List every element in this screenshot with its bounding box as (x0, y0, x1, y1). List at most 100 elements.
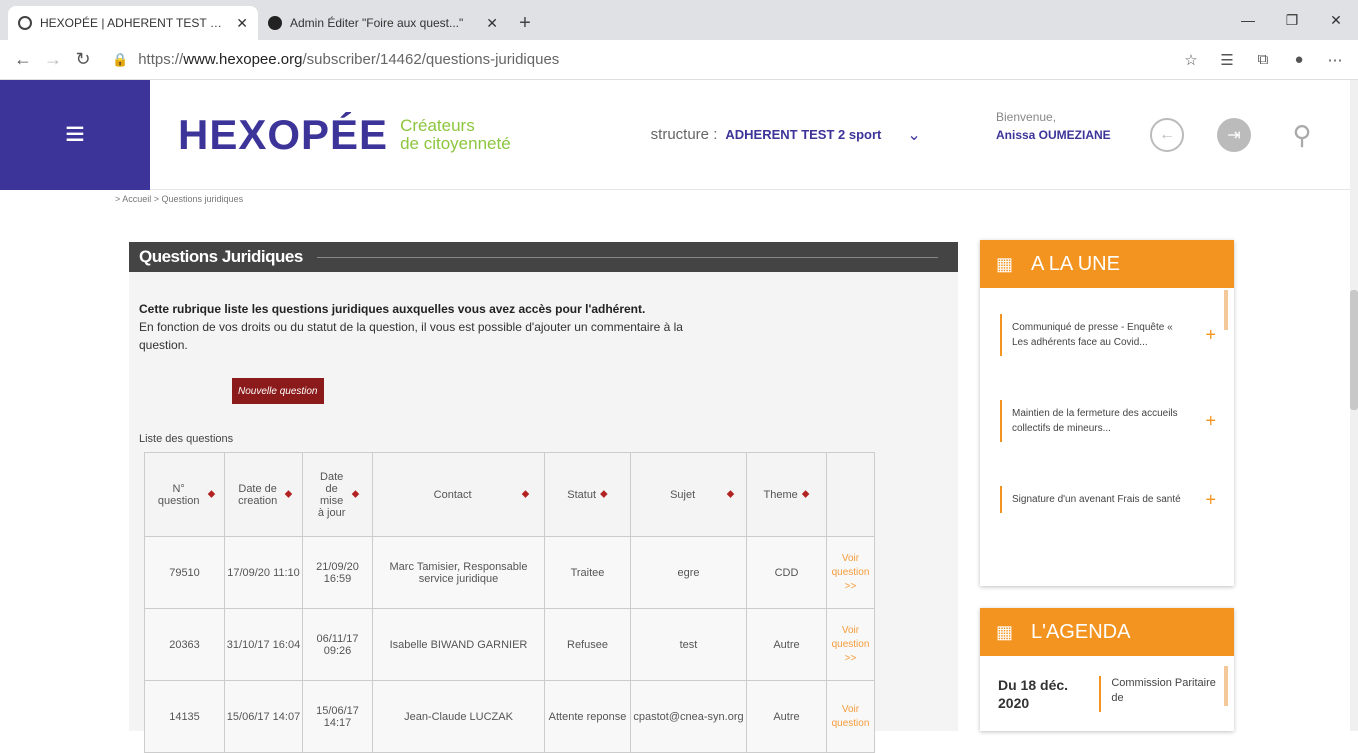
agenda-item[interactable]: Du 18 déc. 2020 Commission Paritaire de (980, 656, 1234, 712)
news-box: ▦ A LA UNE Communiqué de presse - Enquêt… (980, 240, 1234, 586)
cell-number: 79510 (144, 536, 225, 609)
list-label: Liste des questions (139, 433, 234, 445)
sort-icon[interactable]: ⬥ (285, 488, 293, 501)
logo-tagline: Créateurs de citoyenneté (400, 115, 511, 153)
url-field[interactable]: 🔒 https://www.hexopee.org/subscriber/144… (98, 51, 1176, 68)
table-header-row: N° question ⬥ Date de creation ⬥ Date de m… (144, 452, 875, 537)
close-window-icon[interactable]: ✕ (1314, 0, 1358, 40)
tab-title: HEXOPÉE | ADHERENT TEST 2 sp (40, 16, 229, 30)
col-status[interactable]: Statut ⬥ (544, 452, 631, 537)
questions-table: N° question ⬥ Date de creation ⬥ Date de m… (144, 452, 875, 753)
col-contact[interactable]: Contact ⬥ (372, 452, 545, 537)
favorites-icon[interactable]: ☰ (1212, 51, 1242, 69)
view-question-link[interactable]: Voir question (826, 680, 875, 753)
forward-arrow-icon[interactable]: → (38, 49, 68, 70)
news-item-text: Communiqué de presse - Enquête « Les adh… (1012, 322, 1173, 348)
news-item-text: Maintien de la fermeture des accueils co… (1012, 408, 1178, 434)
breadcrumb[interactable]: > Accueil > Questions juridiques (115, 194, 243, 204)
agenda-header: ▦ L'AGENDA (980, 608, 1234, 656)
new-question-button[interactable]: Nouvelle question (232, 378, 324, 404)
minimize-icon[interactable]: — (1226, 0, 1270, 40)
page-scrollbar[interactable] (1350, 80, 1358, 731)
cell-theme: CDD (746, 536, 827, 609)
view-question-link[interactable]: Voir question >> (826, 536, 875, 609)
sort-icon[interactable]: ⬥ (208, 488, 216, 501)
questions-panel: Questions Juridiques Cette rubrique list… (129, 242, 958, 753)
plus-icon[interactable]: + (1205, 326, 1216, 344)
structure-label: structure : (650, 126, 718, 143)
calendar-icon: ▦ (996, 621, 1014, 642)
table-row: 14135 15/06/17 14:07 15/06/17 14:17 Jean… (144, 680, 875, 753)
sort-icon[interactable]: ⬥ (727, 488, 735, 501)
window-controls: — ❐ ✕ (1226, 0, 1358, 40)
browser-tab-admin[interactable]: Admin Éditer "Foire aux quest..." ✕ (258, 6, 508, 40)
more-icon[interactable]: ⋯ (1320, 51, 1350, 69)
close-icon[interactable]: ✕ (486, 15, 498, 32)
back-arrow-icon[interactable]: ← (8, 49, 38, 70)
intro-body: En fonction de vos droits ou du statut d… (139, 320, 683, 352)
lock-icon: 🔒 (112, 51, 129, 67)
structure-value: ADHERENT TEST 2 sport (725, 127, 882, 142)
cell-subject: cpastot@cnea-syn.org (630, 680, 747, 753)
profile-icon[interactable]: ● (1284, 51, 1314, 69)
new-tab-button[interactable]: + (508, 6, 542, 40)
col-created[interactable]: Date de creation ⬥ (224, 452, 303, 537)
plus-icon[interactable]: + (1205, 412, 1216, 430)
cell-updated: 21/09/20 16:59 (302, 536, 373, 609)
agenda-title: L'AGENDA (1031, 620, 1131, 643)
cell-subject: egre (630, 536, 747, 609)
sort-icon[interactable]: ⬥ (522, 488, 530, 501)
cell-number: 20363 (144, 608, 225, 681)
intro-bold: Cette rubrique liste les questions jurid… (139, 302, 646, 316)
cell-created: 31/10/17 16:04 (224, 608, 303, 681)
collections-icon[interactable]: ⧉ (1248, 51, 1278, 69)
close-icon[interactable]: ✕ (236, 15, 248, 32)
col-theme[interactable]: Theme ⬥ (746, 452, 827, 537)
back-circle-icon[interactable]: ← (1150, 118, 1184, 152)
favorite-add-icon[interactable]: ☆ (1176, 51, 1206, 69)
browser-addressbar: ← → ↻ 🔒 https://www.hexopee.org/subscrib… (0, 40, 1358, 80)
site-logo[interactable]: HEXOPÉE Créateurs de citoyenneté (178, 111, 511, 159)
news-title: A LA UNE (1031, 252, 1120, 275)
plus-icon[interactable]: + (1205, 490, 1216, 508)
cell-contact: Jean-Claude LUCZAK (372, 680, 545, 753)
sort-icon[interactable]: ⬥ (352, 488, 360, 501)
news-item[interactable]: Communiqué de presse - Enquête « Les adh… (1000, 314, 1216, 356)
table-row: 79510 17/09/20 11:10 21/09/20 16:59 Marc… (144, 536, 875, 609)
user-name: Anissa OUMEZIANE (996, 128, 1111, 142)
structure-selector[interactable]: structure : ADHERENT TEST 2 sport ⌄ (651, 125, 921, 145)
cell-number: 14135 (144, 680, 225, 753)
news-item-text: Signature d'un avenant Frais de santé (1012, 494, 1181, 505)
logout-icon[interactable]: ⇥ (1217, 118, 1251, 152)
menu-button[interactable]: ≡ (0, 79, 150, 190)
search-icon[interactable]: ⚲ (1285, 118, 1319, 152)
col-subject[interactable]: Sujet ⬥ (630, 452, 747, 537)
title-divider (316, 256, 938, 258)
browser-tab-hexopee[interactable]: HEXOPÉE | ADHERENT TEST 2 sp ✕ (8, 6, 258, 40)
col-updated[interactable]: Date de mise à jour ⬥ (302, 452, 373, 537)
col-action (826, 452, 875, 537)
cell-created: 17/09/20 11:10 (224, 536, 303, 609)
news-item[interactable]: Signature d'un avenant Frais de santé + (1000, 486, 1216, 513)
tagline-line1: Créateurs (400, 115, 475, 135)
agenda-event: Commission Paritaire de (1099, 676, 1216, 712)
refresh-icon[interactable]: ↻ (68, 49, 98, 70)
news-header: ▦ A LA UNE (980, 240, 1234, 288)
col-number[interactable]: N° question ⬥ (144, 452, 225, 537)
view-question-link[interactable]: Voir question >> (826, 608, 875, 681)
sort-icon[interactable]: ⬥ (600, 488, 608, 501)
cell-updated: 06/11/17 09:26 (302, 608, 373, 681)
news-item[interactable]: Maintien de la fermeture des accueils co… (1000, 400, 1216, 442)
cell-contact: Isabelle BIWAND GARNIER (372, 608, 545, 681)
site-header: ≡ HEXOPÉE Créateurs de citoyenneté struc… (0, 79, 1358, 190)
news-scrollbar[interactable] (1224, 290, 1228, 330)
restore-icon[interactable]: ❐ (1270, 0, 1314, 40)
table-row: 20363 31/10/17 16:04 06/11/17 09:26 Isab… (144, 608, 875, 681)
agenda-scrollbar[interactable] (1224, 666, 1228, 706)
logo-brand: HEXOPÉE (178, 110, 389, 158)
cell-created: 15/06/17 14:07 (224, 680, 303, 753)
scrollbar-thumb[interactable] (1350, 290, 1358, 410)
sort-icon[interactable]: ⬥ (802, 488, 810, 501)
globe-icon (18, 16, 32, 30)
tagline-line2: de citoyenneté (400, 133, 511, 153)
